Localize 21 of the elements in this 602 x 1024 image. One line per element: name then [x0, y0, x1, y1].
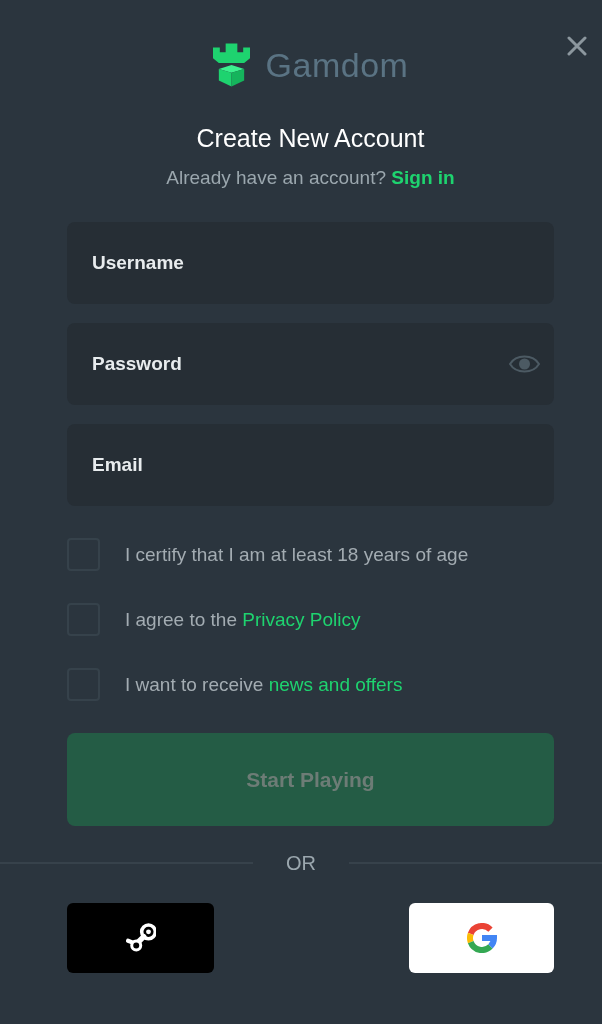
sign-in-prompt: Already have an account? Sign in: [166, 167, 455, 188]
sign-in-link[interactable]: Sign in: [391, 167, 455, 188]
password-field[interactable]: Password: [67, 323, 554, 405]
google-g-icon: [466, 923, 497, 953]
divider-label: OR: [285, 851, 317, 875]
close-icon: [567, 36, 587, 56]
close-button[interactable]: [567, 36, 587, 56]
google-sign-in-button[interactable]: [409, 903, 554, 973]
steam-logo-icon: [125, 923, 156, 953]
email-field[interactable]: Email: [67, 424, 554, 506]
checkbox-label: I certify that I am at least 18 years of age: [125, 542, 469, 567]
eye-icon[interactable]: [509, 355, 540, 373]
checkbox-label: I want to receive news and offers: [125, 672, 403, 697]
dialog-title: Create New Account: [195, 123, 426, 154]
checkbox-label: I agree to the Privacy Policy: [125, 607, 361, 632]
username-field[interactable]: Username: [67, 222, 554, 304]
castle-logo-icon: [212, 43, 250, 87]
brand-name: Gamdom: [265, 45, 409, 85]
steam-sign-in-button[interactable]: [67, 903, 214, 973]
inline-link[interactable]: news and offers: [268, 673, 403, 695]
inline-link[interactable]: Privacy Policy: [242, 608, 361, 630]
